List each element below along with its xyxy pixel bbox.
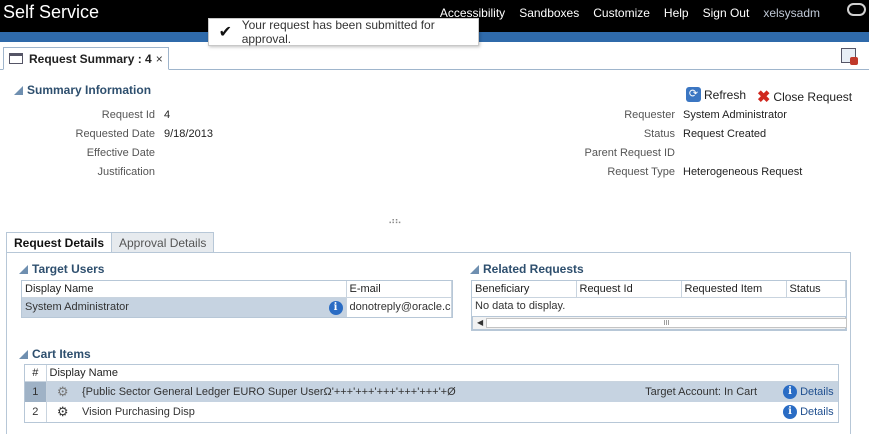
- confirmation-toast: ✔ Your request has been submitted for ap…: [208, 18, 479, 46]
- value-requester: System Administrator: [683, 109, 787, 121]
- collapse-triangle-icon[interactable]: [14, 85, 23, 95]
- tab-request-summary-label: Request Summary : 4: [29, 51, 152, 66]
- summary-section-title: Summary Information: [27, 83, 152, 97]
- toast-message: Your request has been submitted for appr…: [241, 18, 435, 46]
- table-row[interactable]: 1 ⚙ {Public Sector General Ledger EURO S…: [25, 381, 838, 402]
- collapse-triangle-icon[interactable]: [19, 349, 28, 359]
- detail-tabs: Request Details Approval Details: [0, 232, 869, 253]
- row-number: 1: [25, 381, 47, 402]
- column-header-beneficiary[interactable]: Beneficiary: [472, 281, 577, 298]
- close-all-tabs-icon[interactable]: [841, 48, 858, 65]
- page: Self Service Accessibility Sandboxes Cus…: [0, 0, 869, 434]
- label-request-type: Request Type: [607, 166, 675, 178]
- refresh-button[interactable]: ⟳ Refresh: [686, 87, 746, 102]
- related-requests-header[interactable]: Related Requests: [470, 262, 584, 276]
- table-row[interactable]: System Administrator i donotreply@oracle…: [22, 297, 452, 317]
- label-request-id: Request Id: [101, 109, 155, 121]
- target-users-title: Target Users: [32, 262, 105, 276]
- gear-icon: ⚙: [56, 384, 69, 399]
- label-effective-date: Effective Date: [86, 147, 155, 159]
- table-row[interactable]: 2 ⚙ Vision Purchasing Disp i Details: [25, 402, 838, 422]
- label-requester: Requester: [624, 109, 675, 121]
- details-cell: i Details: [780, 402, 838, 422]
- refresh-label: Refresh: [704, 87, 747, 102]
- tab-request-summary[interactable]: Request Summary : 4 ×: [3, 47, 169, 70]
- info-icon[interactable]: i: [783, 405, 797, 419]
- gear-icon: ⚙: [56, 404, 69, 419]
- form-icon: [9, 53, 23, 64]
- cell-display-name: System Administrator i: [22, 297, 347, 317]
- value-status: Request Created: [683, 128, 767, 140]
- related-requests-title: Related Requests: [483, 262, 584, 276]
- cart-item-name: {Public Sector General Ledger EURO Super…: [79, 381, 780, 402]
- label-justification: Justification: [97, 166, 155, 178]
- app-title: Self Service: [3, 2, 100, 22]
- scroll-left-arrow-icon[interactable]: ◀: [477, 318, 483, 327]
- info-icon[interactable]: i: [783, 385, 797, 399]
- scrollbar-thumb[interactable]: III: [486, 318, 847, 328]
- close-x-icon: ✖: [757, 89, 771, 106]
- panel-splitter-grip-icon[interactable]: ⠴⠦: [388, 216, 402, 227]
- label-parent-request-id: Parent Request ID: [584, 147, 676, 159]
- details-link[interactable]: Details: [800, 406, 834, 418]
- global-nav: Accessibility Sandboxes Customize Help S…: [440, 6, 820, 20]
- column-header-display-name[interactable]: Display Name: [22, 281, 347, 298]
- cart-item-gear-cell: ⚙: [46, 381, 79, 402]
- cart-item-gear-cell: ⚙: [46, 402, 79, 422]
- nav-sandboxes-link[interactable]: Sandboxes: [519, 6, 579, 20]
- column-header-request-id[interactable]: Request Id: [576, 281, 682, 298]
- cart-items-table: # Display Name 1 ⚙ {Public Sector Genera…: [25, 365, 838, 422]
- value-requested-date: 9/18/2013: [164, 128, 213, 140]
- checkmark-icon: ✔: [218, 24, 233, 41]
- nav-help-link[interactable]: Help: [664, 6, 689, 20]
- column-header-number[interactable]: #: [25, 365, 47, 382]
- target-users-table: Display Name E-mail System Administrator…: [22, 281, 452, 317]
- user-display-name: System Administrator: [25, 301, 129, 314]
- collapse-triangle-icon[interactable]: [19, 264, 28, 274]
- current-user: xelsysadm: [763, 6, 820, 20]
- row-number: 2: [25, 402, 47, 422]
- label-requested-date: Requested Date: [75, 128, 156, 140]
- related-requests-table: Beneficiary Request Id Requested Item St…: [472, 281, 846, 315]
- column-header-requested-item[interactable]: Requested Item: [681, 281, 787, 298]
- oracle-logo-icon: [847, 3, 866, 16]
- details-link[interactable]: Details: [800, 386, 834, 398]
- cart-item-name: Vision Purchasing Disp: [79, 402, 780, 422]
- close-request-label: Close Request: [773, 90, 853, 104]
- horizontal-scrollbar[interactable]: ◀ III: [472, 316, 847, 330]
- collapse-triangle-icon[interactable]: [470, 264, 479, 274]
- column-header-display-name[interactable]: Display Name: [46, 365, 838, 382]
- summary-section-header[interactable]: Summary Information: [14, 83, 151, 97]
- target-users-header[interactable]: Target Users: [19, 262, 104, 276]
- cart-item-status: Target Account: In Cart: [645, 386, 757, 398]
- value-request-id: 4: [164, 109, 171, 121]
- close-tab-icon[interactable]: ×: [156, 52, 163, 66]
- column-header-status[interactable]: Status: [786, 281, 846, 298]
- refresh-icon: ⟳: [686, 87, 701, 102]
- cart-items-header[interactable]: Cart Items: [19, 347, 91, 361]
- info-icon[interactable]: i: [328, 301, 343, 315]
- column-header-email[interactable]: E-mail: [346, 281, 452, 298]
- user-email: donotreply@oracle.co: [346, 297, 452, 317]
- cart-item-name-text: {Public Sector General Ledger EURO Super…: [82, 386, 456, 398]
- nav-sign-out-link[interactable]: Sign Out: [703, 6, 750, 20]
- tab-request-details[interactable]: Request Details: [6, 232, 113, 253]
- nav-customize-link[interactable]: Customize: [593, 6, 650, 20]
- cart-items-title: Cart Items: [32, 347, 91, 361]
- value-request-type: Heterogeneous Request: [683, 166, 803, 178]
- tab-approval-details[interactable]: Approval Details: [111, 232, 215, 253]
- details-cell: i Details: [780, 381, 838, 402]
- document-tab-strip: Request Summary : 4 ×: [0, 47, 869, 70]
- empty-table-message: No data to display.: [475, 300, 566, 313]
- close-request-button[interactable]: ✖ Close Request: [757, 87, 852, 107]
- cart-item-name-text: Vision Purchasing Disp: [82, 406, 195, 418]
- label-status: Status: [643, 128, 675, 140]
